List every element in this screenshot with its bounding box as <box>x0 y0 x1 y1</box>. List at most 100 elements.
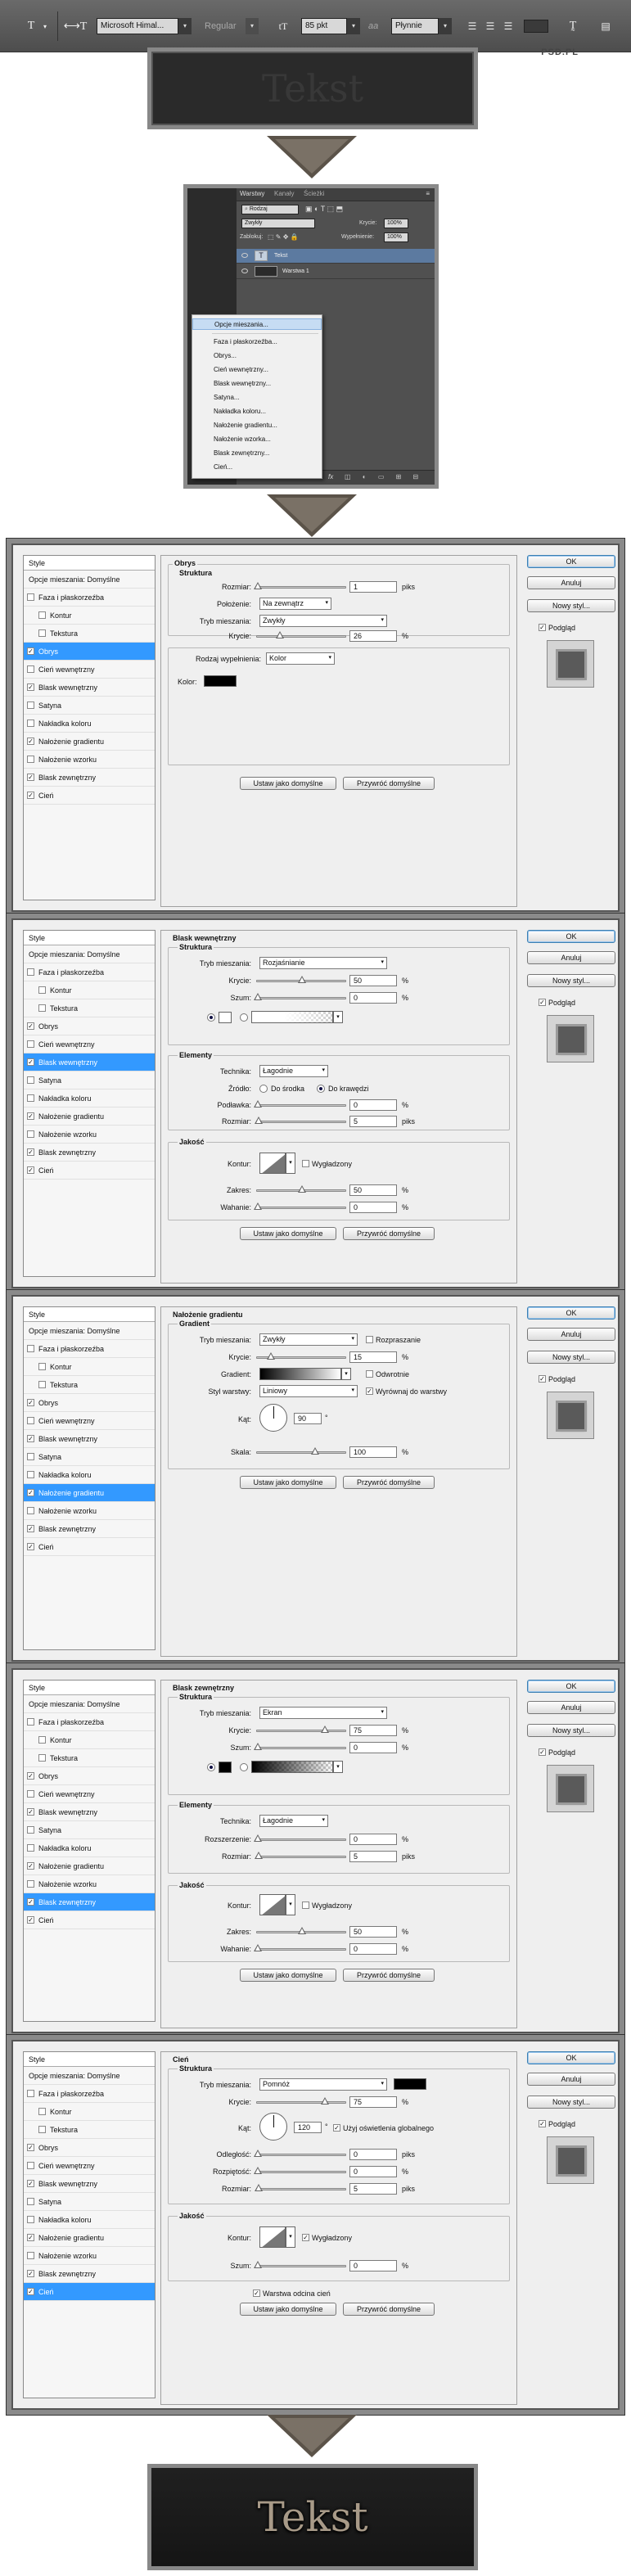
angle-dial[interactable] <box>259 2113 287 2141</box>
font-size-field[interactable]: 85 pkt <box>301 18 347 34</box>
noise-slider[interactable] <box>254 993 346 1000</box>
menu-item-drop-shadow[interactable]: Cień... <box>192 462 322 473</box>
cancel-button[interactable]: Anuluj <box>527 576 615 589</box>
style-item-drop-shadow[interactable]: ✓ Cień <box>24 787 155 805</box>
styles-header[interactable]: Style <box>24 931 155 945</box>
text-orientation-icon[interactable]: ⟷T <box>64 15 88 38</box>
tool-preset-caret-icon[interactable]: ▾ <box>41 15 49 38</box>
style-checkbox[interactable] <box>38 611 46 619</box>
stroke-color-swatch[interactable] <box>204 675 237 687</box>
style-checkbox[interactable] <box>27 1507 34 1514</box>
style-checkbox[interactable]: ✓ <box>27 1808 34 1816</box>
style-checkbox[interactable]: ✓ <box>27 2180 34 2187</box>
menu-item-gradient-overlay[interactable]: Nałożenie gradientu... <box>192 420 322 431</box>
menu-item-inner-glow[interactable]: Blask wewnętrzny... <box>192 378 322 390</box>
range-slider[interactable] <box>256 1185 346 1193</box>
menu-item-color-overlay[interactable]: Nakładka koloru... <box>192 406 322 417</box>
tab-channels[interactable]: Kanały <box>274 190 294 197</box>
style-item-blending-options[interactable]: Opcje mieszania: Domyślne <box>24 1322 155 1340</box>
fx-icon[interactable]: fx <box>328 473 333 480</box>
new-style-button[interactable]: Nowy styl... <box>527 599 615 612</box>
source-edge-radio[interactable] <box>317 1085 325 1093</box>
style-item-gradient-overlay[interactable]: ✓ Nałożenie gradientu <box>24 1857 155 1875</box>
style-checkbox[interactable]: ✓ <box>27 738 34 745</box>
set-default-button[interactable]: Ustaw jako domyślne <box>240 2303 336 2316</box>
style-item-satin[interactable]: Satyna <box>24 1821 155 1839</box>
style-checkbox[interactable] <box>27 1826 34 1834</box>
style-item-stroke[interactable]: ✓ Obrys <box>24 1767 155 1785</box>
layer-knocks-out-checkbox[interactable]: ✓ <box>253 2290 260 2297</box>
source-center-radio[interactable] <box>259 1085 268 1093</box>
opacity-slider[interactable] <box>256 2097 346 2105</box>
style-checkbox[interactable]: ✓ <box>27 647 34 655</box>
layer-filter-select[interactable]: ⌕ Rodzaj <box>241 205 299 214</box>
spread-slider[interactable] <box>254 2167 346 2174</box>
style-checkbox[interactable] <box>27 702 34 709</box>
style-checkbox[interactable]: ✓ <box>27 1435 34 1442</box>
cancel-button[interactable]: Anuluj <box>527 1328 615 1341</box>
blend-mode-select[interactable]: Zwykły ▾ <box>259 615 387 627</box>
text-tool-icon[interactable]: T <box>23 15 39 38</box>
style-item-satin[interactable]: Satyna <box>24 1071 155 1089</box>
style-item-inner-glow[interactable]: ✓ Blask wewnętrzny <box>24 1430 155 1448</box>
antialias-dropdown-icon[interactable]: ▾ <box>439 18 452 34</box>
glow-color-swatch[interactable] <box>219 1762 232 1773</box>
panel-menu-icon[interactable]: ≡ <box>426 190 430 197</box>
align-left-icon[interactable]: ☰ <box>465 15 480 38</box>
preview-checkbox[interactable]: ✓ <box>539 1375 546 1383</box>
gradient-radio[interactable] <box>240 1763 248 1771</box>
size-field[interactable]: 1 <box>349 581 397 593</box>
opacity-field[interactable]: 75 <box>349 1725 397 1736</box>
align-right-icon[interactable]: ☰ <box>501 15 516 38</box>
styles-header[interactable]: Style <box>24 1307 155 1322</box>
new-style-button[interactable]: Nowy styl... <box>527 2096 615 2109</box>
size-field[interactable]: 5 <box>349 1116 397 1127</box>
style-item-pattern-overlay[interactable]: Nałożenie wzorku <box>24 751 155 769</box>
style-item-stroke[interactable]: ✓ Obrys <box>24 1394 155 1412</box>
style-checkbox[interactable]: ✓ <box>27 1525 34 1532</box>
style-checkbox[interactable] <box>38 629 46 637</box>
solid-color-radio[interactable] <box>207 1013 215 1022</box>
style-item-satin[interactable]: Satyna <box>24 1448 155 1466</box>
glow-gradient-picker[interactable] <box>251 1011 333 1023</box>
spread-slider[interactable] <box>254 1834 346 1842</box>
spread-field[interactable]: 0 <box>349 2166 397 2177</box>
jitter-field[interactable]: 0 <box>349 1943 397 1955</box>
contour-picker[interactable] <box>259 2226 286 2248</box>
font-style-dropdown-icon[interactable]: ▾ <box>246 18 259 34</box>
style-item-inner-shadow[interactable]: Cień wewnętrzny <box>24 1035 155 1053</box>
range-slider[interactable] <box>256 1927 346 1934</box>
reset-default-button[interactable]: Przywróć domyślne <box>343 1969 435 1982</box>
style-item-gradient-overlay[interactable]: ✓ Nałożenie gradientu <box>24 1484 155 1502</box>
style-item-inner-shadow[interactable]: Cień wewnętrzny <box>24 1785 155 1803</box>
style-checkbox[interactable] <box>38 2126 46 2133</box>
size-slider[interactable] <box>255 1852 346 1859</box>
style-checkbox[interactable]: ✓ <box>27 1489 34 1496</box>
gradient-dropdown-icon[interactable]: ▾ <box>333 1761 343 1773</box>
layer-row[interactable]: Warstwa 1 <box>237 264 435 279</box>
ok-button[interactable]: OK <box>527 1680 615 1693</box>
jitter-field[interactable]: 0 <box>349 1202 397 1213</box>
new-style-button[interactable]: Nowy styl... <box>527 1351 615 1364</box>
style-item-inner-glow[interactable]: ✓ Blask wewnętrzny <box>24 1053 155 1071</box>
style-checkbox[interactable] <box>27 1040 34 1048</box>
style-checkbox[interactable] <box>27 1880 34 1888</box>
style-checkbox[interactable] <box>27 1076 34 1084</box>
menu-item-bevel[interactable]: Faza i płaskorzeźba... <box>192 336 322 348</box>
style-checkbox[interactable] <box>27 1453 34 1460</box>
style-item-pattern-overlay[interactable]: Nałożenie wzorku <box>24 2247 155 2265</box>
style-item-inner-glow[interactable]: ✓ Blask wewnętrzny <box>24 2175 155 2193</box>
reverse-checkbox[interactable] <box>366 1370 373 1378</box>
style-item-inner-glow[interactable]: ✓ Blask wewnętrzny <box>24 1803 155 1821</box>
style-item-gradient-overlay[interactable]: ✓ Nałożenie gradientu <box>24 733 155 751</box>
angle-dial[interactable] <box>259 1404 287 1432</box>
fill-type-select[interactable]: Kolor ▾ <box>266 652 335 665</box>
range-field[interactable]: 50 <box>349 1926 397 1938</box>
style-item-blending-options[interactable]: Opcje mieszania: Domyślne <box>24 2067 155 2085</box>
distance-field[interactable]: 0 <box>349 2149 397 2160</box>
style-checkbox[interactable]: ✓ <box>27 1058 34 1066</box>
contour-dropdown-icon[interactable]: ▾ <box>286 1894 295 1915</box>
style-checkbox[interactable]: ✓ <box>27 2144 34 2151</box>
new-style-button[interactable]: Nowy styl... <box>527 974 615 987</box>
style-item-bevel[interactable]: Faza i płaskorzeźba <box>24 963 155 981</box>
